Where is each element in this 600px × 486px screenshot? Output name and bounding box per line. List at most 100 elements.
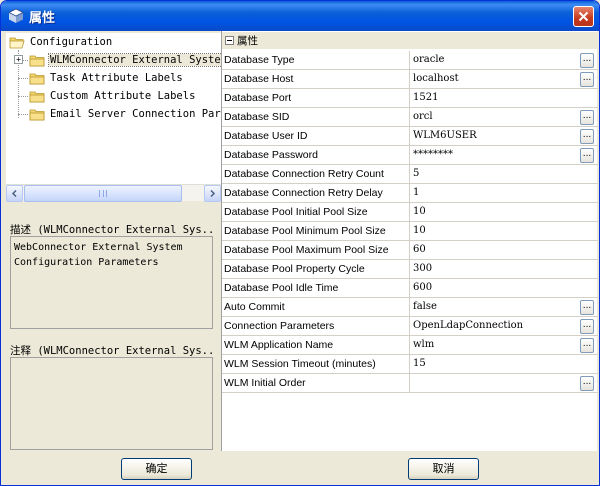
tree-root-label: Configuration xyxy=(30,36,113,48)
column-divider[interactable] xyxy=(409,51,410,70)
property-value[interactable]: 1 xyxy=(413,187,575,198)
property-row[interactable]: Database Host localhost... xyxy=(222,70,598,89)
tree-connector xyxy=(18,78,28,79)
property-row[interactable]: WLM Initial Order... xyxy=(222,374,598,393)
comment-box[interactable] xyxy=(10,357,213,450)
column-divider[interactable] xyxy=(409,374,410,393)
column-divider[interactable] xyxy=(409,279,410,298)
column-divider[interactable] xyxy=(409,108,410,127)
tree-item-custom-attribute-labels[interactable]: Custom Attribute Labels xyxy=(29,87,196,105)
properties-dialog: 属性 Configuration + WLMConnector External… xyxy=(0,0,600,486)
property-value[interactable]: false xyxy=(413,301,575,312)
property-row[interactable]: Database Connection Retry Count 5 xyxy=(222,165,598,184)
property-row[interactable]: Auto Commit false... xyxy=(222,298,598,317)
column-divider[interactable] xyxy=(409,298,410,317)
property-row[interactable]: WLM Session Timeout (minutes) 15 xyxy=(222,355,598,374)
property-value[interactable]: 600 xyxy=(413,282,575,293)
column-divider[interactable] xyxy=(409,127,410,146)
ellipsis-button[interactable]: ... xyxy=(580,72,594,87)
property-name: Database Pool Maximum Pool Size xyxy=(224,244,389,256)
ellipsis-button[interactable]: ... xyxy=(580,129,594,144)
property-value[interactable]: 10 xyxy=(413,225,575,236)
property-row[interactable]: Database User ID WLM6USER... xyxy=(222,127,598,146)
column-divider[interactable] xyxy=(409,203,410,222)
property-value[interactable]: localhost xyxy=(413,73,575,84)
column-divider[interactable] xyxy=(409,184,410,203)
tree-horizontal-scrollbar[interactable] xyxy=(6,184,221,202)
column-divider[interactable] xyxy=(409,355,410,374)
collapse-icon[interactable] xyxy=(225,36,234,45)
close-icon xyxy=(578,11,589,22)
property-row[interactable]: Database SID orcl... xyxy=(222,108,598,127)
property-row[interactable]: Database Pool Minimum Pool Size 10 xyxy=(222,222,598,241)
grip-icon xyxy=(99,190,107,197)
ellipsis-button[interactable]: ... xyxy=(580,53,594,68)
tree-item-email-server[interactable]: Email Server Connection Parameters xyxy=(29,105,221,123)
tree-root[interactable]: Configuration xyxy=(9,33,113,51)
property-value[interactable]: ******** xyxy=(413,149,575,160)
ellipsis-button[interactable]: ... xyxy=(580,148,594,163)
ok-button[interactable]: 确定 xyxy=(121,458,192,480)
expand-toggle[interactable]: + xyxy=(14,55,23,64)
property-row[interactable]: Database Type oracle... xyxy=(222,51,598,70)
property-name: Connection Parameters xyxy=(224,320,335,332)
configuration-tree[interactable]: Configuration + WLMConnector External Sy… xyxy=(6,33,221,184)
property-value[interactable]: 10 xyxy=(413,206,575,217)
folder-icon xyxy=(29,109,45,120)
column-divider[interactable] xyxy=(409,222,410,241)
property-name: Database SID xyxy=(224,111,290,123)
property-value[interactable]: 300 xyxy=(413,263,575,274)
property-value[interactable]: OpenLdapConnection xyxy=(413,320,575,331)
property-value[interactable]: 15 xyxy=(413,358,575,369)
tree-connector xyxy=(18,114,28,115)
tree-connector xyxy=(18,96,28,97)
column-divider[interactable] xyxy=(409,146,410,165)
property-value[interactable]: 60 xyxy=(413,244,575,255)
property-row[interactable]: Database Password ********... xyxy=(222,146,598,165)
close-button[interactable] xyxy=(573,6,594,27)
description-label: 描述 (WLMConnector External Sys... xyxy=(10,224,215,236)
property-category-header[interactable]: 属性 xyxy=(222,32,598,49)
tree-item-wlmconnector[interactable]: WLMConnector External System Configurati… xyxy=(29,51,221,69)
column-divider[interactable] xyxy=(409,165,410,184)
property-value[interactable]: 1521 xyxy=(413,92,575,103)
column-divider[interactable] xyxy=(409,89,410,108)
property-value[interactable]: oracle xyxy=(413,54,575,65)
column-divider[interactable] xyxy=(409,317,410,336)
ellipsis-button[interactable]: ... xyxy=(580,376,594,391)
property-row[interactable]: Database Pool Idle Time 600 xyxy=(222,279,598,298)
folder-icon xyxy=(29,91,45,102)
property-name: Database Pool Initial Pool Size xyxy=(224,206,368,218)
property-value[interactable]: wlm xyxy=(413,339,575,350)
property-row[interactable]: Database Pool Initial Pool Size 10 xyxy=(222,203,598,222)
ellipsis-button[interactable]: ... xyxy=(580,319,594,334)
property-row[interactable]: Database Pool Maximum Pool Size 60 xyxy=(222,241,598,260)
ellipsis-button[interactable]: ... xyxy=(580,110,594,125)
scroll-thumb[interactable] xyxy=(24,185,182,202)
cancel-button[interactable]: 取消 xyxy=(408,458,479,480)
scroll-left-button[interactable] xyxy=(6,185,23,202)
column-divider[interactable] xyxy=(409,241,410,260)
property-row[interactable]: Database Port 1521 xyxy=(222,89,598,108)
ellipsis-button[interactable]: ... xyxy=(580,338,594,353)
property-name: Database Pool Minimum Pool Size xyxy=(224,225,386,237)
property-row[interactable]: Database Pool Property Cycle 300 xyxy=(222,260,598,279)
property-row[interactable]: WLM Application Name wlm... xyxy=(222,336,598,355)
ellipsis-button[interactable]: ... xyxy=(580,300,594,315)
property-row[interactable]: Connection Parameters OpenLdapConnection.… xyxy=(222,317,598,336)
column-divider[interactable] xyxy=(409,70,410,89)
property-value[interactable]: WLM6USER xyxy=(413,130,575,141)
property-name: Database Type xyxy=(224,54,295,66)
column-divider[interactable] xyxy=(409,336,410,355)
property-grid: 属性 Database Type oracle... Database Host lo… xyxy=(221,31,598,451)
property-row[interactable]: Database Connection Retry Delay 1 xyxy=(222,184,598,203)
column-divider[interactable] xyxy=(409,260,410,279)
title-bar[interactable]: 属性 xyxy=(1,1,599,31)
property-name: Database Pool Property Cycle xyxy=(224,263,365,275)
tree-item-task-attribute-labels[interactable]: Task Attribute Labels xyxy=(29,69,184,87)
window-title: 属性 xyxy=(29,11,56,26)
property-value[interactable]: orcl xyxy=(413,111,575,122)
scroll-right-button[interactable] xyxy=(204,185,221,202)
property-value[interactable]: 5 xyxy=(413,168,575,179)
tree-item-label: Task Attribute Labels xyxy=(50,72,183,84)
